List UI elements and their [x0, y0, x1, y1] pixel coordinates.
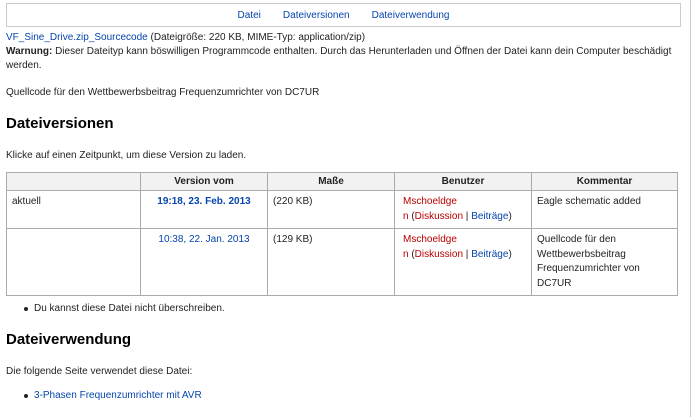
user-link-continued[interactable]: n [403, 211, 409, 222]
versions-heading: Dateiversionen [6, 115, 114, 132]
warning-text: Dieser Dateityp kann böswilligen Program… [6, 46, 672, 71]
version-status: aktuell [6, 190, 141, 229]
column-header-size: Maße [267, 172, 395, 191]
column-header-user: Benutzer [394, 172, 532, 191]
user-talk-link[interactable]: Diskussion [415, 211, 463, 222]
file-size-info: (Dateigröße: 220 KB, MIME-Typ: applicati… [147, 32, 366, 43]
table-header-row: Version vom Maße Benutzer Kommentar [6, 172, 678, 191]
version-status [6, 228, 141, 296]
user-link-continued[interactable]: n [403, 249, 409, 260]
overwrite-note-list: Du kannst diese Datei nicht überschreibe… [22, 302, 225, 316]
warning: Warnung: Dieser Dateityp kann böswillige… [6, 45, 676, 73]
version-date-link[interactable]: 10:38, 22. Jan. 2013 [158, 234, 249, 245]
usage-intro: Die folgende Seite verwendet diese Datei… [6, 366, 193, 377]
version-comment: Quellcode für den Wettbewerbsbeitrag Fre… [531, 228, 678, 296]
user-link[interactable]: Mschoeldge [403, 234, 457, 245]
file-description: Quellcode für den Wettbewerbsbeitrag Fre… [6, 87, 320, 98]
column-header-status [6, 172, 141, 191]
usage-page-link[interactable]: 3-Phasen Frequenzumrichter mit AVR [34, 390, 202, 401]
version-date-link[interactable]: 19:18, 23. Feb. 2013 [157, 196, 250, 207]
list-item: 3-Phasen Frequenzumrichter mit AVR [22, 389, 202, 403]
version-comment: Eagle schematic added [531, 190, 678, 229]
table-row: aktuell 19:18, 23. Feb. 2013 (220 KB) Ms… [6, 190, 678, 229]
user-contribs-link[interactable]: Beiträge [471, 249, 508, 260]
toc-link-datei[interactable]: Datei [238, 10, 261, 21]
toc-link-dateiversionen[interactable]: Dateiversionen [283, 10, 350, 21]
warning-label: Warnung: [6, 46, 53, 57]
version-size: (129 KB) [267, 228, 395, 296]
version-user: Mschoeldge n (Diskussion | Beiträge) [394, 228, 532, 296]
versions-instruction: Klicke auf einen Zeitpunkt, um diese Ver… [6, 150, 247, 161]
user-contribs-link[interactable]: Beiträge [471, 211, 508, 222]
table-row: 10:38, 22. Jan. 2013 (129 KB) Mschoeldge… [6, 228, 678, 296]
toc-link-dateiverwendung[interactable]: Dateiverwendung [372, 10, 450, 21]
version-size: (220 KB) [267, 190, 395, 229]
file-name-link[interactable]: VF_Sine_Drive.zip_Sourcecode [6, 32, 148, 43]
user-link[interactable]: Mschoeldge [403, 196, 457, 207]
file-toc: Datei Dateiversionen Dateiverwendung [6, 3, 681, 27]
column-header-date: Version vom [140, 172, 268, 191]
file-info-line: VF_Sine_Drive.zip_Sourcecode (Dateigröße… [6, 31, 365, 45]
usage-page-list: 3-Phasen Frequenzumrichter mit AVR [22, 389, 202, 403]
version-history-table: Version vom Maße Benutzer Kommentar aktu… [6, 172, 678, 296]
user-talk-link[interactable]: Diskussion [415, 249, 463, 260]
usage-heading: Dateiverwendung [6, 331, 132, 348]
column-header-comment: Kommentar [531, 172, 678, 191]
version-user: Mschoeldge n (Diskussion | Beiträge) [394, 190, 532, 229]
list-item: Du kannst diese Datei nicht überschreibe… [22, 302, 225, 316]
